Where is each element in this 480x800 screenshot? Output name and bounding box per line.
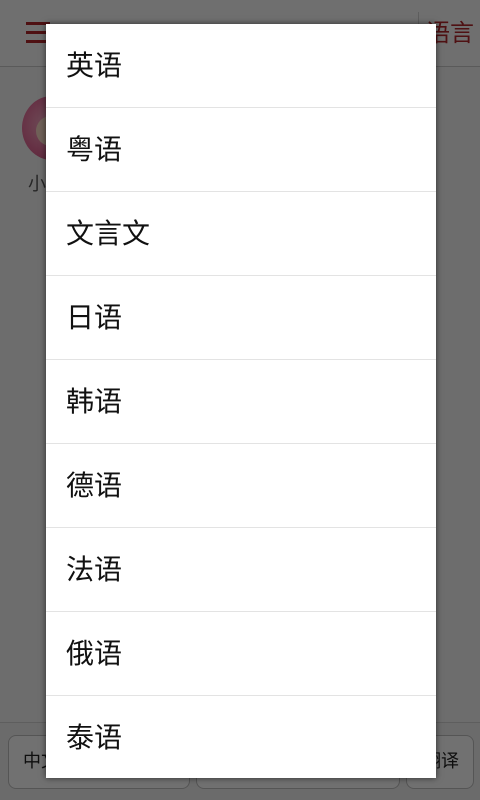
language-option-english[interactable]: 英语 [46,24,436,108]
language-list: 英语 粤语 文言文 日语 韩语 德语 法语 俄语 泰语 [46,24,436,778]
language-picker-dialog: 英语 粤语 文言文 日语 韩语 德语 法语 俄语 泰语 [46,24,436,778]
language-option-german[interactable]: 德语 [46,444,436,528]
language-option-thai[interactable]: 泰语 [46,696,436,778]
app-screen: 语言 小 中文 翻译 英语 粤语 文言文 日语 韩语 德语 法语 俄语 泰语 [0,0,480,800]
language-option-japanese[interactable]: 日语 [46,276,436,360]
language-option-cantonese[interactable]: 粤语 [46,108,436,192]
language-option-russian[interactable]: 俄语 [46,612,436,696]
language-option-classical-chinese[interactable]: 文言文 [46,192,436,276]
language-option-korean[interactable]: 韩语 [46,360,436,444]
language-option-french[interactable]: 法语 [46,528,436,612]
